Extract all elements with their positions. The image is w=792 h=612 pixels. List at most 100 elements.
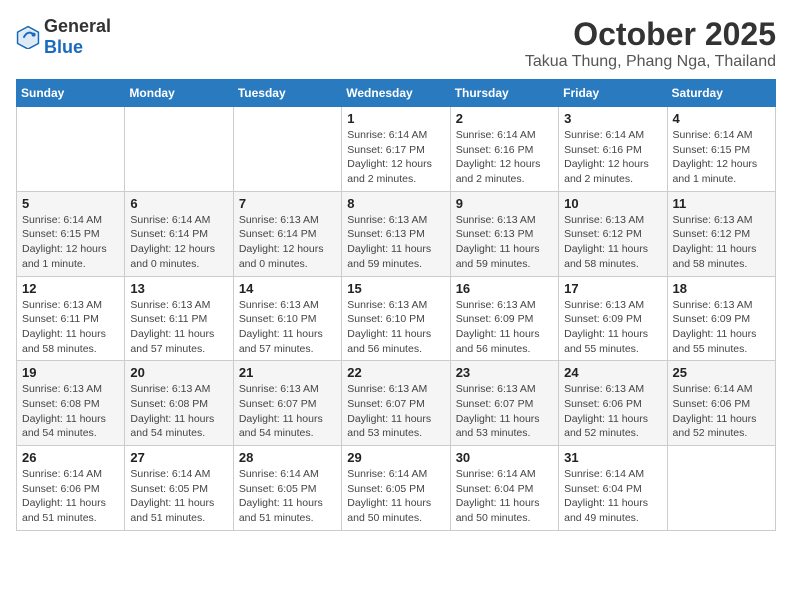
day-cell: 8Sunrise: 6:13 AM Sunset: 6:13 PM Daylig…	[342, 191, 450, 276]
day-number: 9	[456, 196, 553, 211]
week-row-1: 1 Sunrise: 6:14 AM Sunset: 6:17 PM Daylig…	[17, 107, 776, 192]
day-info: Sunrise: 6:14 AM Sunset: 6:16 PM Dayligh…	[456, 128, 553, 187]
day-cell: 16 Sunrise: 6:13 AM Sunset: 6:09 PM Dayli…	[450, 276, 558, 361]
day-cell: 17 Sunrise: 6:13 AM Sunset: 6:09 PM Dayli…	[559, 276, 667, 361]
day-number: 28	[239, 450, 336, 465]
day-info: Sunrise: 6:14 AM Sunset: 6:14 PM Dayligh…	[130, 213, 227, 272]
weekday-header-saturday: Saturday	[667, 80, 775, 107]
day-info: Sunrise: 6:13 AM Sunset: 6:14 PM Dayligh…	[239, 213, 336, 272]
day-cell: 31 Sunrise: 6:14 AM Sunset: 6:04 PM Dayli…	[559, 446, 667, 531]
weekday-header-monday: Monday	[125, 80, 233, 107]
day-number: 16	[456, 281, 553, 296]
day-info: Sunrise: 6:14 AM Sunset: 6:17 PM Dayligh…	[347, 128, 444, 187]
day-info: Sunrise: 6:13 AM Sunset: 6:13 PM Dayligh…	[456, 213, 553, 272]
day-cell: 24 Sunrise: 6:13 AM Sunset: 6:06 PM Dayli…	[559, 361, 667, 446]
day-cell: 2 Sunrise: 6:14 AM Sunset: 6:16 PM Daylig…	[450, 107, 558, 192]
day-cell: 19 Sunrise: 6:13 AM Sunset: 6:08 PM Dayli…	[17, 361, 125, 446]
day-number: 25	[673, 365, 770, 380]
day-cell: 22 Sunrise: 6:13 AM Sunset: 6:07 PM Dayli…	[342, 361, 450, 446]
day-info: Sunrise: 6:13 AM Sunset: 6:13 PM Dayligh…	[347, 213, 444, 272]
day-cell: 23 Sunrise: 6:13 AM Sunset: 6:07 PM Dayli…	[450, 361, 558, 446]
day-number: 7	[239, 196, 336, 211]
day-number: 1	[347, 111, 444, 126]
day-cell: 27Sunrise: 6:14 AM Sunset: 6:05 PM Dayli…	[125, 446, 233, 531]
day-cell: 7 Sunrise: 6:13 AM Sunset: 6:14 PM Daylig…	[233, 191, 341, 276]
logo-icon	[16, 25, 40, 49]
day-cell: 26 Sunrise: 6:14 AM Sunset: 6:06 PM Dayli…	[17, 446, 125, 531]
weekday-header-wednesday: Wednesday	[342, 80, 450, 107]
day-cell: 15Sunrise: 6:13 AM Sunset: 6:10 PM Dayli…	[342, 276, 450, 361]
day-cell: 20Sunrise: 6:13 AM Sunset: 6:08 PM Dayli…	[125, 361, 233, 446]
day-number: 21	[239, 365, 336, 380]
day-info: Sunrise: 6:13 AM Sunset: 6:09 PM Dayligh…	[673, 298, 770, 357]
day-info: Sunrise: 6:13 AM Sunset: 6:07 PM Dayligh…	[239, 382, 336, 441]
day-number: 17	[564, 281, 661, 296]
day-number: 29	[347, 450, 444, 465]
day-info: Sunrise: 6:13 AM Sunset: 6:07 PM Dayligh…	[456, 382, 553, 441]
day-info: Sunrise: 6:13 AM Sunset: 6:10 PM Dayligh…	[239, 298, 336, 357]
logo-blue: Blue	[44, 37, 83, 57]
day-info: Sunrise: 6:14 AM Sunset: 6:05 PM Dayligh…	[347, 467, 444, 526]
week-row-2: 5 Sunrise: 6:14 AM Sunset: 6:15 PM Daylig…	[17, 191, 776, 276]
day-cell: 6 Sunrise: 6:14 AM Sunset: 6:14 PM Daylig…	[125, 191, 233, 276]
day-cell: 25 Sunrise: 6:14 AM Sunset: 6:06 PM Dayli…	[667, 361, 775, 446]
day-cell: 3Sunrise: 6:14 AM Sunset: 6:16 PM Daylig…	[559, 107, 667, 192]
day-cell: 18 Sunrise: 6:13 AM Sunset: 6:09 PM Dayli…	[667, 276, 775, 361]
day-info: Sunrise: 6:14 AM Sunset: 6:15 PM Dayligh…	[22, 213, 119, 272]
day-info: Sunrise: 6:14 AM Sunset: 6:04 PM Dayligh…	[456, 467, 553, 526]
day-cell	[125, 107, 233, 192]
day-number: 14	[239, 281, 336, 296]
week-row-4: 19 Sunrise: 6:13 AM Sunset: 6:08 PM Dayli…	[17, 361, 776, 446]
day-number: 15	[347, 281, 444, 296]
day-info: Sunrise: 6:14 AM Sunset: 6:06 PM Dayligh…	[673, 382, 770, 441]
logo-text: General Blue	[44, 16, 111, 58]
day-cell: 5 Sunrise: 6:14 AM Sunset: 6:15 PM Daylig…	[17, 191, 125, 276]
day-number: 5	[22, 196, 119, 211]
day-info: Sunrise: 6:13 AM Sunset: 6:06 PM Dayligh…	[564, 382, 661, 441]
logo-general: General	[44, 16, 111, 36]
day-cell: 29 Sunrise: 6:14 AM Sunset: 6:05 PM Dayli…	[342, 446, 450, 531]
day-number: 31	[564, 450, 661, 465]
weekday-header-thursday: Thursday	[450, 80, 558, 107]
day-info: Sunrise: 6:13 AM Sunset: 6:08 PM Dayligh…	[130, 382, 227, 441]
day-number: 12	[22, 281, 119, 296]
day-cell: 1 Sunrise: 6:14 AM Sunset: 6:17 PM Daylig…	[342, 107, 450, 192]
day-number: 2	[456, 111, 553, 126]
day-number: 6	[130, 196, 227, 211]
day-info: Sunrise: 6:13 AM Sunset: 6:08 PM Dayligh…	[22, 382, 119, 441]
day-info: Sunrise: 6:13 AM Sunset: 6:07 PM Dayligh…	[347, 382, 444, 441]
day-info: Sunrise: 6:14 AM Sunset: 6:15 PM Dayligh…	[673, 128, 770, 187]
calendar-table: SundayMondayTuesdayWednesdayThursdayFrid…	[16, 79, 776, 531]
day-number: 26	[22, 450, 119, 465]
day-info: Sunrise: 6:14 AM Sunset: 6:04 PM Dayligh…	[564, 467, 661, 526]
day-info: Sunrise: 6:13 AM Sunset: 6:09 PM Dayligh…	[564, 298, 661, 357]
page-header: General Blue October 2025 Takua Thung, P…	[16, 16, 776, 71]
day-cell: 9 Sunrise: 6:13 AM Sunset: 6:13 PM Daylig…	[450, 191, 558, 276]
day-number: 19	[22, 365, 119, 380]
day-cell: 13Sunrise: 6:13 AM Sunset: 6:11 PM Dayli…	[125, 276, 233, 361]
day-info: Sunrise: 6:14 AM Sunset: 6:06 PM Dayligh…	[22, 467, 119, 526]
weekday-header-row: SundayMondayTuesdayWednesdayThursdayFrid…	[17, 80, 776, 107]
day-number: 11	[673, 196, 770, 211]
day-cell: 11Sunrise: 6:13 AM Sunset: 6:12 PM Dayli…	[667, 191, 775, 276]
day-number: 23	[456, 365, 553, 380]
day-info: Sunrise: 6:13 AM Sunset: 6:09 PM Dayligh…	[456, 298, 553, 357]
day-cell	[233, 107, 341, 192]
day-cell: 10Sunrise: 6:13 AM Sunset: 6:12 PM Dayli…	[559, 191, 667, 276]
day-info: Sunrise: 6:14 AM Sunset: 6:05 PM Dayligh…	[239, 467, 336, 526]
day-info: Sunrise: 6:14 AM Sunset: 6:16 PM Dayligh…	[564, 128, 661, 187]
day-cell: 28 Sunrise: 6:14 AM Sunset: 6:05 PM Dayli…	[233, 446, 341, 531]
day-number: 30	[456, 450, 553, 465]
day-number: 22	[347, 365, 444, 380]
calendar-subtitle: Takua Thung, Phang Nga, Thailand	[525, 53, 776, 71]
day-number: 27	[130, 450, 227, 465]
weekday-header-friday: Friday	[559, 80, 667, 107]
day-number: 24	[564, 365, 661, 380]
day-cell: 12 Sunrise: 6:13 AM Sunset: 6:11 PM Dayli…	[17, 276, 125, 361]
day-cell: 21 Sunrise: 6:13 AM Sunset: 6:07 PM Dayli…	[233, 361, 341, 446]
day-info: Sunrise: 6:13 AM Sunset: 6:11 PM Dayligh…	[22, 298, 119, 357]
weekday-header-sunday: Sunday	[17, 80, 125, 107]
week-row-5: 26 Sunrise: 6:14 AM Sunset: 6:06 PM Dayli…	[17, 446, 776, 531]
day-number: 18	[673, 281, 770, 296]
weekday-header-tuesday: Tuesday	[233, 80, 341, 107]
